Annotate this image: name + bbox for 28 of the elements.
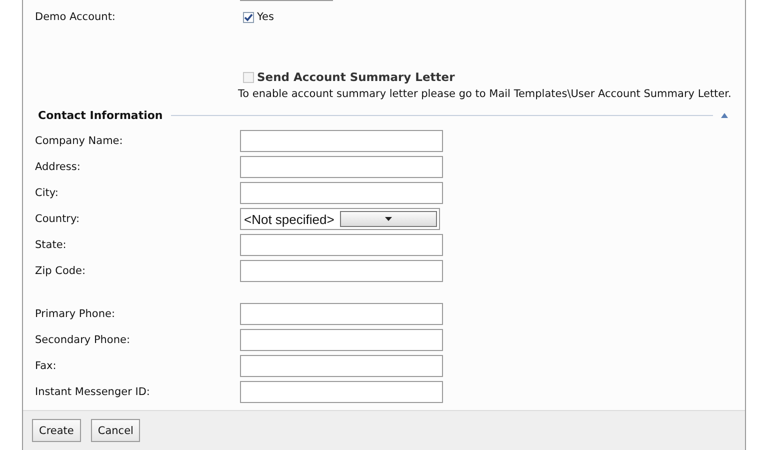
field-label: Company Name: (35, 135, 123, 147)
form-button[interactable]: Create (32, 419, 81, 442)
field-label: Demo Account: (35, 11, 116, 23)
field-label: Zip Code: (35, 265, 86, 277)
section-title: Contact Information (38, 108, 163, 122)
field-label: Secondary Phone: (35, 334, 130, 346)
input-field[interactable] (240, 355, 443, 377)
hint-text: To enable account summary letter please go to Mail Templates\User Account Summary Letter. (238, 88, 732, 100)
checkbox-label: Send Account Summary Letter (257, 70, 455, 84)
input-field[interactable] (240, 260, 443, 282)
field-label: Fax: (35, 360, 56, 372)
field-label: State: (35, 239, 66, 251)
country-dropdown[interactable]: <Not specified> (240, 208, 440, 230)
input-field[interactable] (240, 303, 443, 325)
field-label: Address: (35, 161, 80, 173)
input-field[interactable] (240, 130, 443, 152)
field-label: Country: (35, 213, 80, 225)
demo-account-checkbox[interactable] (243, 12, 254, 22)
field-label: Instant Messenger ID: (35, 386, 150, 398)
input-field[interactable] (240, 329, 443, 351)
field-label: Primary Phone: (35, 308, 115, 320)
checkbox-label: Yes (257, 11, 274, 23)
input-field[interactable] (240, 182, 443, 204)
form-button[interactable]: Cancel (90, 419, 140, 442)
input-field[interactable] (240, 381, 443, 403)
input-field[interactable] (240, 234, 443, 256)
input-field[interactable] (240, 156, 443, 178)
field-label: City: (35, 187, 58, 199)
